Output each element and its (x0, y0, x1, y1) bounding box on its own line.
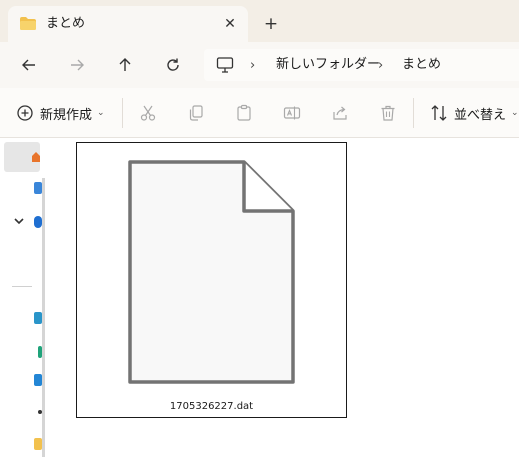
new-tab-button[interactable]: + (260, 13, 282, 35)
sort-icon (431, 105, 447, 121)
refresh-icon (167, 58, 179, 71)
copy-button[interactable] (185, 102, 207, 124)
onedrive-icon[interactable] (34, 216, 42, 228)
tab-title: まとめ (46, 16, 86, 31)
breadcrumb-separator: › (250, 58, 256, 73)
navigation-bar: › 新しいフォルダー › まとめ (0, 42, 519, 88)
arrow-left-icon (22, 59, 35, 71)
cut-button[interactable] (137, 102, 159, 124)
folder-icon (20, 17, 36, 30)
gallery-icon[interactable] (34, 182, 42, 194)
refresh-button[interactable] (158, 50, 188, 80)
nav-scrollbar[interactable] (42, 178, 45, 457)
share-icon (333, 106, 347, 120)
sort-button-label: 並べ替え (454, 107, 507, 123)
computer-icon (216, 57, 234, 73)
rename-icon (283, 106, 301, 120)
new-button[interactable]: 新規作成 ⌄ (16, 102, 105, 124)
back-button[interactable] (14, 50, 44, 80)
navigation-pane (0, 138, 50, 457)
add-circle-icon (17, 105, 33, 121)
documents-icon[interactable] (34, 374, 42, 386)
desktop-icon[interactable] (34, 312, 42, 324)
breadcrumb-new-folder[interactable]: 新しいフォルダー (276, 56, 380, 74)
toolbar-divider (413, 98, 414, 128)
arrow-up-icon (119, 58, 131, 71)
paste-icon (237, 104, 251, 121)
address-bar[interactable]: › 新しいフォルダー › まとめ (204, 49, 519, 81)
file-icon (128, 160, 295, 384)
copy-icon (189, 105, 203, 121)
command-bar: 新規作成 ⌄ 並べ替え ⌄ (0, 88, 519, 138)
arrow-right-icon (71, 59, 84, 71)
sort-button[interactable]: 並べ替え ⌄ (430, 102, 519, 124)
close-tab-icon[interactable]: ✕ (219, 13, 241, 35)
nav-divider (12, 286, 32, 287)
delete-button[interactable] (377, 102, 399, 124)
chevron-down-icon[interactable] (12, 214, 26, 228)
title-bar: まとめ ✕ + (0, 0, 519, 42)
cut-icon (140, 105, 156, 121)
home-icon (32, 152, 40, 162)
toolbar-divider (122, 98, 123, 128)
paste-button[interactable] (233, 102, 255, 124)
up-button[interactable] (110, 50, 140, 80)
chevron-down-icon: ⌄ (511, 108, 519, 118)
share-button[interactable] (329, 102, 351, 124)
file-name: 1705326227.dat (169, 401, 254, 412)
folder-icon[interactable] (34, 438, 42, 450)
new-button-label: 新規作成 (40, 107, 93, 123)
file-list: 1705326227.dat (50, 138, 519, 457)
file-item[interactable]: 1705326227.dat (76, 142, 347, 418)
nav-item-home[interactable] (4, 142, 40, 172)
breadcrumb-separator: › (378, 58, 384, 73)
rename-button[interactable] (281, 102, 303, 124)
breadcrumb-matome[interactable]: まとめ (402, 56, 441, 74)
delete-icon (381, 105, 395, 121)
tab-matome[interactable]: まとめ ✕ (8, 6, 248, 42)
chevron-down-icon: ⌄ (97, 108, 105, 118)
forward-button[interactable] (62, 50, 92, 80)
